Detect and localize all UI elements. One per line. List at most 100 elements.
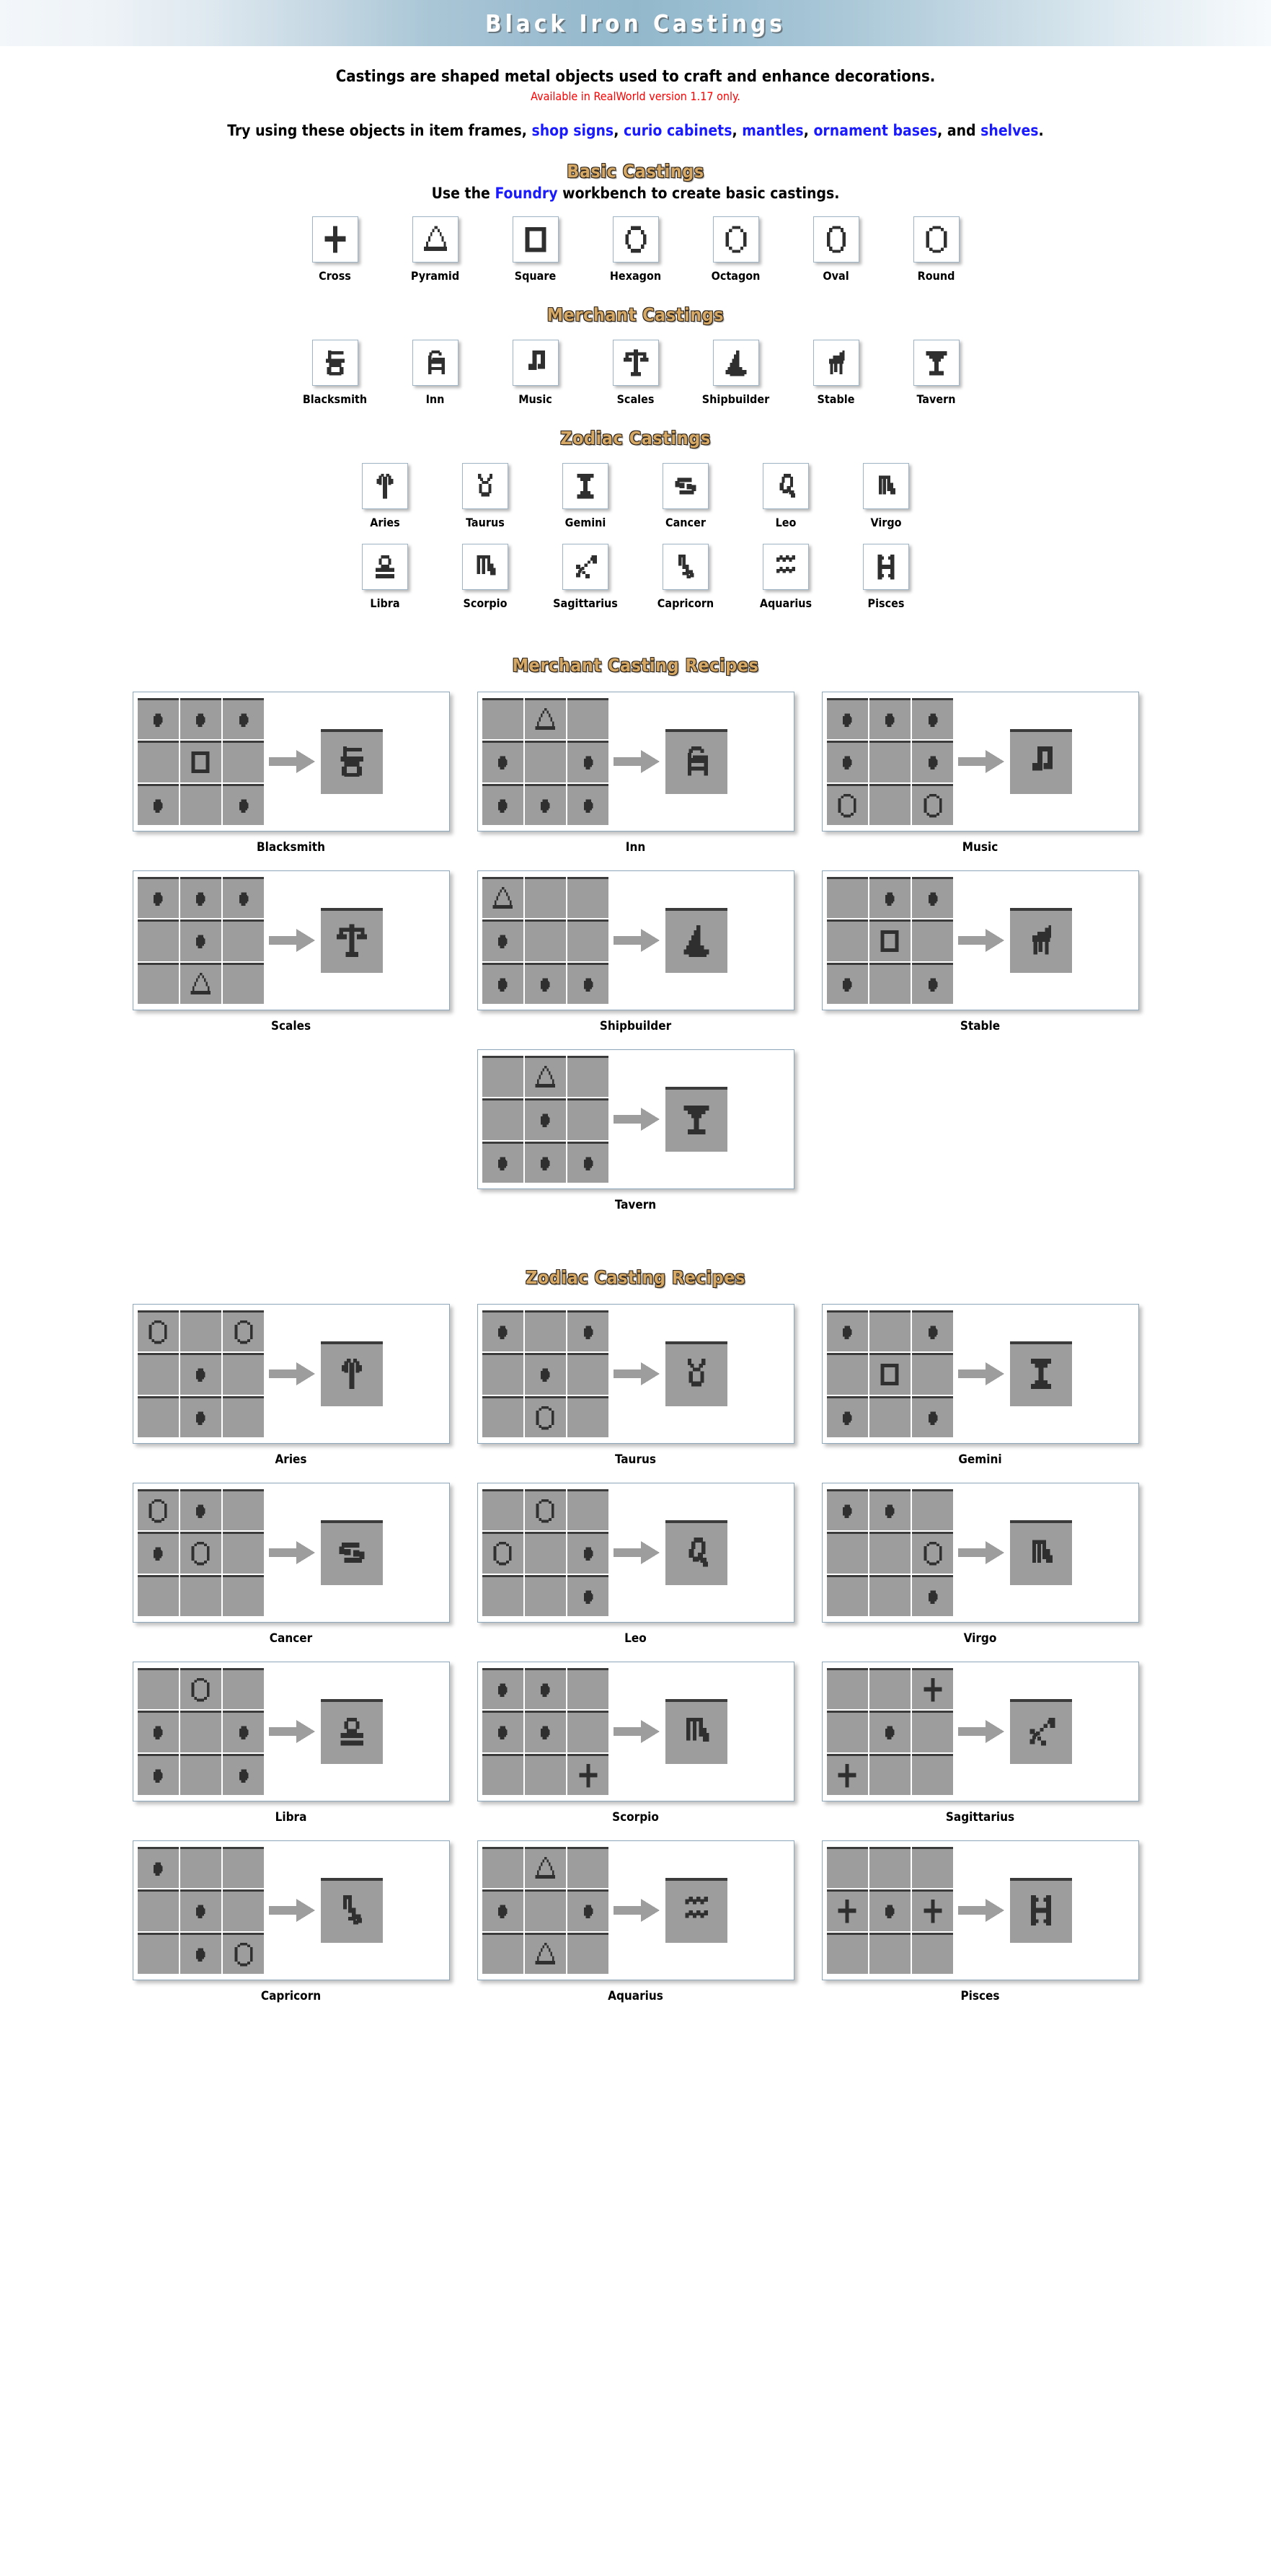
casting-tile[interactable] [863, 463, 909, 509]
recipe-cell-3[interactable] [826, 741, 868, 782]
casting-item-aquarius[interactable]: Aquarius [751, 544, 820, 610]
casting-item-square[interactable]: Square [501, 216, 570, 283]
recipe-cell-1[interactable] [524, 1489, 567, 1531]
recipe-cell-7[interactable] [869, 1753, 911, 1795]
recipe-result-slot[interactable] [665, 729, 727, 794]
recipe-cell-6[interactable] [482, 1141, 523, 1183]
recipe-cell-3[interactable] [826, 1889, 868, 1931]
recipe-cell-1[interactable] [180, 1310, 222, 1352]
recipe-cell-8[interactable] [912, 1753, 954, 1795]
recipe-cell-7[interactable] [180, 1932, 222, 1974]
recipe-cell-2[interactable] [567, 877, 609, 919]
recipe-cell-5[interactable] [912, 919, 954, 961]
recipe-cell-7[interactable] [524, 1574, 567, 1616]
casting-tile[interactable] [362, 544, 408, 590]
recipe-result-slot[interactable] [1009, 908, 1072, 973]
recipe-cell-8[interactable] [912, 1395, 954, 1437]
casting-item-scales[interactable]: Scales [601, 340, 670, 406]
recipe-result-slot[interactable] [320, 1878, 383, 1943]
recipe-cell-4[interactable] [869, 1889, 911, 1931]
recipe-cell-1[interactable] [869, 698, 911, 740]
recipe-cell-6[interactable] [137, 1932, 179, 1974]
recipe-cell-3[interactable] [482, 1532, 523, 1574]
recipe-cell-5[interactable] [223, 1711, 265, 1752]
recipe-cell-7[interactable] [180, 783, 222, 825]
recipe-cell-1[interactable] [869, 1847, 911, 1889]
casting-item-oval[interactable]: Oval [802, 216, 871, 283]
recipe-result-slot[interactable] [665, 1699, 727, 1764]
recipe-cell-2[interactable] [912, 698, 954, 740]
recipe-result-slot[interactable] [320, 908, 383, 973]
casting-tile[interactable] [863, 544, 909, 590]
casting-item-gemini[interactable]: Gemini [551, 463, 620, 529]
recipe-cell-5[interactable] [912, 1889, 954, 1931]
casting-tile[interactable] [763, 463, 809, 509]
casting-tile[interactable] [913, 340, 960, 386]
recipe-cell-7[interactable] [869, 962, 911, 1004]
recipe-cell-0[interactable] [482, 1310, 523, 1352]
recipe-cell-8[interactable] [223, 1395, 265, 1437]
recipe-cell-8[interactable] [567, 1574, 609, 1616]
recipe-cell-7[interactable] [524, 962, 567, 1004]
recipe-cell-1[interactable] [180, 698, 222, 740]
casting-item-inn[interactable]: Inn [401, 340, 470, 406]
link-ornament-bases[interactable]: ornament bases [813, 122, 937, 139]
casting-tile[interactable] [712, 340, 759, 386]
recipe-result-slot[interactable] [665, 1341, 727, 1406]
recipe-cell-2[interactable] [567, 1668, 609, 1710]
recipe-result-slot[interactable] [320, 1341, 383, 1406]
recipe-cell-3[interactable] [482, 1098, 523, 1140]
recipe-cell-0[interactable] [137, 1668, 179, 1710]
recipe-cell-2[interactable] [223, 1847, 265, 1889]
recipe-cell-8[interactable] [223, 962, 265, 1004]
recipe-cell-7[interactable] [180, 962, 222, 1004]
recipe-result-slot[interactable] [1009, 1341, 1072, 1406]
casting-tile[interactable] [812, 216, 859, 263]
recipe-cell-6[interactable] [826, 1574, 868, 1616]
recipe-result-slot[interactable] [1009, 729, 1072, 794]
casting-tile[interactable] [412, 340, 459, 386]
recipe-cell-2[interactable] [912, 1847, 954, 1889]
recipe-cell-3[interactable] [482, 1353, 523, 1395]
recipe-cell-6[interactable] [137, 1395, 179, 1437]
casting-item-leo[interactable]: Leo [751, 463, 820, 529]
recipe-cell-5[interactable] [912, 1353, 954, 1395]
recipe-cell-4[interactable] [524, 1889, 567, 1931]
casting-item-blacksmith[interactable]: Blacksmith [301, 340, 370, 406]
casting-item-music[interactable]: Music [501, 340, 570, 406]
recipe-cell-7[interactable] [524, 1395, 567, 1437]
recipe-cell-8[interactable] [223, 1574, 265, 1616]
casting-item-round[interactable]: Round [902, 216, 971, 283]
recipe-cell-0[interactable] [826, 1847, 868, 1889]
casting-tile[interactable] [562, 463, 608, 509]
recipe-cell-7[interactable] [524, 1932, 567, 1974]
casting-tile[interactable] [612, 340, 659, 386]
recipe-cell-6[interactable] [826, 1932, 868, 1974]
recipe-cell-4[interactable] [180, 1889, 222, 1931]
casting-tile[interactable] [712, 216, 759, 263]
recipe-cell-1[interactable] [524, 1056, 567, 1098]
recipe-result-slot[interactable] [1009, 1878, 1072, 1943]
casting-tile[interactable] [512, 340, 559, 386]
casting-item-tavern[interactable]: Tavern [902, 340, 971, 406]
recipe-cell-3[interactable] [826, 1353, 868, 1395]
recipe-cell-8[interactable] [567, 1753, 609, 1795]
recipe-cell-3[interactable] [137, 1711, 179, 1752]
recipe-cell-4[interactable] [180, 1353, 222, 1395]
recipe-cell-0[interactable] [826, 698, 868, 740]
recipe-cell-2[interactable] [912, 1668, 954, 1710]
recipe-cell-2[interactable] [567, 1310, 609, 1352]
recipe-cell-2[interactable] [912, 1489, 954, 1531]
recipe-cell-3[interactable] [137, 1353, 179, 1395]
casting-item-sagittarius[interactable]: Sagittarius [551, 544, 620, 610]
recipe-cell-8[interactable] [223, 1932, 265, 1974]
recipe-cell-5[interactable] [223, 1353, 265, 1395]
recipe-cell-0[interactable] [826, 1310, 868, 1352]
recipe-cell-1[interactable] [180, 1668, 222, 1710]
recipe-cell-1[interactable] [524, 1310, 567, 1352]
recipe-cell-1[interactable] [524, 1847, 567, 1889]
recipe-cell-0[interactable] [137, 1489, 179, 1531]
recipe-cell-5[interactable] [567, 1889, 609, 1931]
recipe-cell-7[interactable] [180, 1574, 222, 1616]
recipe-cell-4[interactable] [869, 1711, 911, 1752]
